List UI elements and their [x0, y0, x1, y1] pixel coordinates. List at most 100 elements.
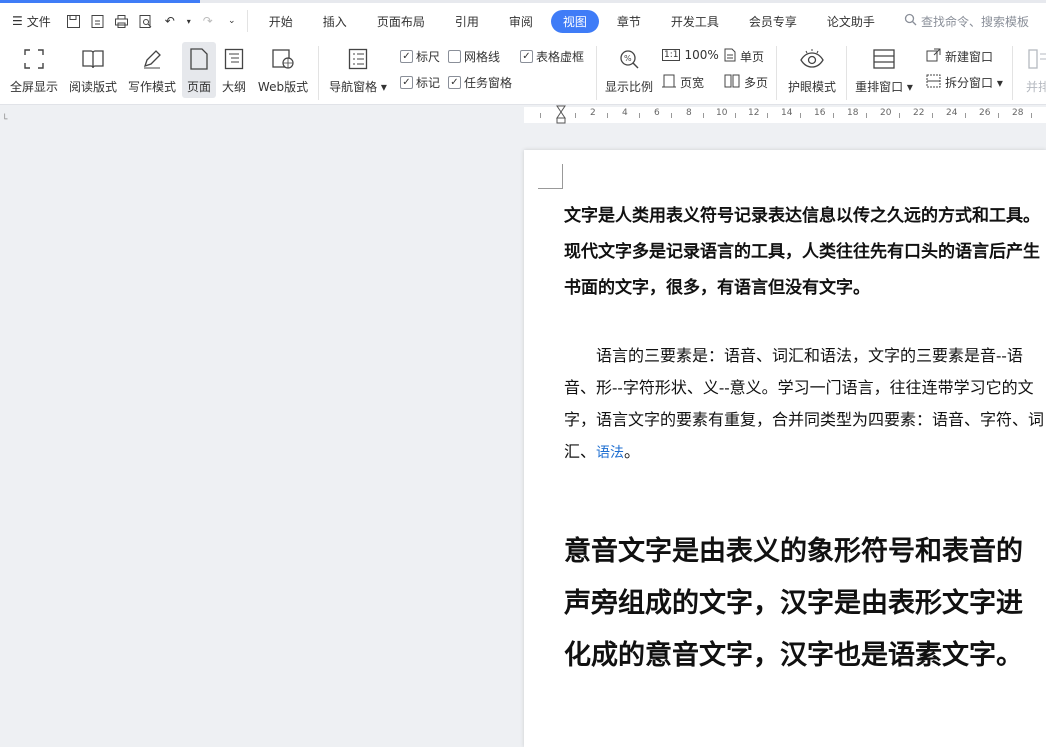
zoom-ratio-label: 显示比例	[604, 80, 653, 94]
outline-button[interactable]: 大纲	[219, 46, 249, 95]
ruler-number: 10	[716, 108, 728, 118]
multi-page-icon	[724, 74, 740, 91]
web-icon	[270, 46, 296, 72]
tab-home[interactable]: 开始	[257, 10, 305, 33]
write-mode-button[interactable]: 写作模式	[126, 46, 178, 95]
ruler-number: 18	[847, 108, 859, 118]
ruler-number: 2	[590, 108, 596, 118]
checkbox-checked-icon: ✓	[448, 76, 461, 89]
task-pane-label: 任务窗格	[464, 76, 513, 90]
ruler-corner-mark: └	[2, 115, 8, 125]
paragraph-1[interactable]: 文字是人类用表义符号记录表达信息以传之久远的方式和工具。现代文字多是记录语言的工…	[564, 198, 1044, 306]
page-width-button[interactable]: 页宽	[662, 74, 704, 91]
gridlines-checkbox[interactable]: 网格线	[448, 48, 500, 65]
customize-toolbar-icon[interactable]: ⌄	[223, 12, 241, 30]
tab-references[interactable]: 引用	[443, 10, 491, 33]
new-window-icon	[926, 48, 941, 65]
redo-icon[interactable]: ↷	[199, 12, 217, 30]
checkbox-unchecked-icon	[448, 50, 461, 63]
ruler-number: 26	[979, 108, 991, 118]
side-by-side-icon	[1025, 46, 1046, 72]
table-border-checkbox[interactable]: ✓ 表格虚框	[520, 48, 584, 65]
divider	[596, 46, 597, 100]
markup-label: 标记	[416, 76, 441, 90]
side-by-side-label: 并排	[1025, 80, 1046, 94]
tab-view[interactable]: 视图	[550, 9, 599, 33]
rearrange-window-button[interactable]: 重排窗口 ▾	[852, 46, 916, 95]
page-icon	[186, 46, 212, 72]
active-doc-indicator	[0, 0, 200, 3]
multi-page-button[interactable]: 多页	[724, 74, 768, 91]
file-menu-label: 文件	[26, 14, 51, 29]
tab-section[interactable]: 章节	[605, 10, 653, 33]
pen-icon	[139, 46, 165, 72]
gridlines-label: 网格线	[464, 50, 501, 64]
tab-developer[interactable]: 开发工具	[659, 10, 731, 33]
tab-review[interactable]: 审阅	[497, 10, 545, 33]
ruler-number: 16	[814, 108, 826, 118]
web-layout-label: Web版式	[257, 80, 309, 94]
ruler-tick	[1031, 113, 1032, 118]
quick-access-toolbar: ↶ ▾ ↷ ⌄	[59, 10, 248, 32]
one-to-one-icon: 1:1	[662, 49, 681, 61]
read-mode-button[interactable]: 阅读版式	[66, 46, 120, 95]
zoom-100-label: 100%	[684, 48, 719, 62]
grammar-link[interactable]: 语法	[596, 445, 624, 461]
write-mode-label: 写作模式	[127, 80, 176, 94]
ruler-tick	[899, 113, 900, 118]
new-window-button[interactable]: 新建窗口	[926, 48, 993, 65]
ruler-tick	[639, 113, 640, 118]
command-search[interactable]: 查找命令、搜索模板	[904, 13, 1029, 30]
eye-mode-button[interactable]: 护眼模式	[784, 46, 840, 95]
ruler-tick	[671, 113, 672, 118]
ruler-number: 24	[946, 108, 958, 118]
side-by-side-button[interactable]: 并排	[1018, 46, 1046, 95]
single-page-icon	[724, 48, 736, 65]
file-menu-button[interactable]: ☰ 文件	[0, 9, 59, 33]
zoom-ratio-button[interactable]: % 显示比例	[602, 46, 656, 95]
task-pane-checkbox[interactable]: ✓ 任务窗格	[448, 74, 512, 91]
page-view-button[interactable]: 页面	[182, 42, 216, 98]
ruler-tick	[965, 113, 966, 118]
fullscreen-button[interactable]: 全屏显示	[8, 46, 60, 95]
tab-thesis-assistant[interactable]: 论文助手	[815, 10, 887, 33]
ruler-tick	[735, 113, 736, 118]
horizontal-ruler[interactable]: └ 2 4 6 8 10 12 14 16 18 20 22 24 26 28	[0, 105, 1046, 127]
outline-icon	[221, 46, 247, 72]
paragraph-2[interactable]: 语言的三要素是：语音、词汇和语法，文字的三要素是音--语音、形--字符形状、义-…	[564, 340, 1044, 469]
save-icon[interactable]	[65, 12, 83, 30]
search-icon	[904, 13, 917, 29]
ruler-number: 14	[781, 108, 793, 118]
ruler-number: 22	[913, 108, 925, 118]
checkbox-checked-icon: ✓	[520, 50, 533, 63]
ruler-number: 8	[686, 108, 692, 118]
tab-page-layout[interactable]: 页面布局	[365, 10, 437, 33]
web-layout-button[interactable]: Web版式	[254, 46, 312, 95]
undo-icon[interactable]: ↶	[161, 12, 179, 30]
ruler-number: 4	[622, 108, 628, 118]
search-placeholder: 查找命令、搜索模板	[920, 14, 1029, 29]
tab-insert[interactable]: 插入	[311, 10, 359, 33]
ruler-checkbox[interactable]: ✓ 标尺	[400, 48, 440, 65]
page-width-icon	[662, 74, 676, 91]
split-window-button[interactable]: 拆分窗口 ▾	[926, 74, 1003, 91]
ruler-tick	[932, 113, 933, 118]
print-preview-icon[interactable]	[137, 12, 155, 30]
eye-icon	[799, 46, 825, 72]
print-icon[interactable]	[113, 12, 131, 30]
paragraph-3[interactable]: 意音文字是由表义的象形符号和表音的声旁组成的文字，汉字是由表形文字进化成的意音文…	[564, 526, 1044, 682]
chevron-down-icon[interactable]: ▾	[185, 12, 193, 30]
divider	[1012, 46, 1013, 100]
zoom-100-button[interactable]: 1:1 100%	[662, 48, 719, 62]
single-page-button[interactable]: 单页	[724, 48, 764, 65]
paragraph-2-end: 。	[624, 442, 641, 461]
book-icon	[80, 46, 106, 72]
tab-member[interactable]: 会员专享	[737, 10, 809, 33]
markup-checkbox[interactable]: ✓ 标记	[400, 74, 440, 91]
tab-strip-bar	[200, 0, 1046, 3]
table-border-label: 表格虚框	[536, 50, 585, 64]
export-pdf-icon[interactable]	[89, 12, 107, 30]
document-page[interactable]: 文字是人类用表义符号记录表达信息以传之久远的方式和工具。现代文字多是记录语言的工…	[524, 150, 1046, 747]
nav-pane-button[interactable]: 导航窗格 ▾	[328, 46, 388, 95]
indent-marker[interactable]	[556, 105, 566, 129]
